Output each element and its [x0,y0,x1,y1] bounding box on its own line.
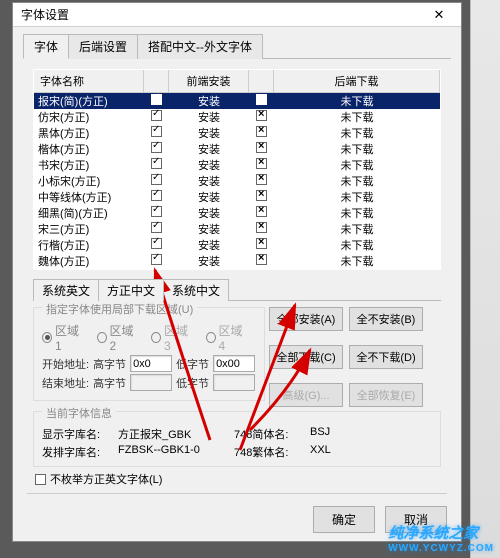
th-install[interactable]: 前端安装 [169,70,249,92]
side-panel [470,0,500,558]
ok-button[interactable]: 确定 [313,506,375,533]
table-row[interactable]: 楷体(方正)安装未下载 [34,141,440,157]
region-legend: 指定字体使用局部下载区域(U) [42,301,197,317]
window-title: 字体设置 [21,6,69,23]
restore-button: 全部恢复(E) [349,383,423,407]
xbox-icon[interactable] [256,142,267,153]
xbox-icon[interactable] [256,190,267,201]
checkbox-icon[interactable] [151,126,162,137]
start-high-input[interactable] [130,355,172,372]
checkbox-icon[interactable] [151,110,162,121]
checkbox-icon[interactable] [151,158,162,169]
tab-pair[interactable]: 搭配中文--外文字体 [137,34,263,59]
download-all-button[interactable]: 全部下载(C) [269,345,343,369]
xbox-icon[interactable] [256,174,267,185]
region-fieldset: 指定字体使用局部下载区域(U) 区域1 区域2 区域3 区域4 开始地址: 高字… [33,307,265,401]
table-row[interactable]: 宋三(方正)安装未下载 [34,221,440,237]
main-tabs: 字体 后端设置 搭配中文--外文字体 [13,27,461,58]
xbox-icon[interactable] [256,222,267,233]
download-none-button[interactable]: 全不下载(D) [349,345,423,369]
checkbox-icon[interactable] [151,254,162,265]
xbox-icon[interactable] [256,94,267,105]
checkbox-icon[interactable] [151,142,162,153]
checkbox-icon[interactable] [151,206,162,217]
install-none-button[interactable]: 全不安装(B) [349,307,423,331]
xbox-icon[interactable] [256,126,267,137]
table-row[interactable]: 小标宋(方正)安装未下载 [34,173,440,189]
checkbox-icon[interactable] [151,238,162,249]
install-all-button[interactable]: 全部安装(A) [269,307,343,331]
radio-region4: 区域4 [206,322,247,353]
checkbox-icon[interactable] [151,190,162,201]
end-low-input[interactable] [213,374,255,391]
th-name[interactable]: 字体名称 [34,70,144,92]
tab-font[interactable]: 字体 [23,34,69,59]
end-high-input[interactable] [130,374,172,391]
checkbox-icon[interactable] [151,222,162,233]
close-button[interactable]: ✕ [419,4,459,26]
font-table-body[interactable]: 报宋(简)(方正)安装未下载仿宋(方正)安装未下载黑体(方正)安装未下载楷体(方… [34,93,440,269]
xbox-icon[interactable] [256,254,267,265]
current-font-fieldset: 当前字体信息 显示字库名: 方正报宋_GBK 748简体名: BSJ 发排字库名… [33,411,441,467]
tab-sys-en[interactable]: 系统英文 [33,279,99,301]
table-row[interactable]: 魏体(方正)安装未下载 [34,253,440,269]
table-row[interactable]: 仿宋(方正)安装未下载 [34,109,440,125]
radio-region1[interactable]: 区域1 [42,322,83,353]
watermark: 纯净系统之家 WWW.YCWYZ.COM [388,522,494,554]
radio-region3: 区域3 [151,322,192,353]
xbox-icon[interactable] [256,158,267,169]
close-icon: ✕ [434,7,445,23]
xbox-icon[interactable] [256,110,267,121]
table-row[interactable]: 书宋(方正)安装未下载 [34,157,440,173]
sub-tabs: 系统英文 方正中文 系统中文 [33,278,441,300]
checkbox-icon[interactable] [151,94,162,105]
font-table: 字体名称 前端安装 后端下载 报宋(简)(方正)安装未下载仿宋(方正)安装未下载… [33,69,441,270]
th-download[interactable]: 后端下载 [274,70,440,92]
table-row[interactable]: 行楷(方正)安装未下载 [34,237,440,253]
start-low-input[interactable] [213,355,255,372]
table-row[interactable]: 黑体(方正)安装未下载 [34,125,440,141]
table-row[interactable]: 报宋(简)(方正)安装未下载 [34,93,440,109]
xbox-icon[interactable] [256,238,267,249]
radio-region2[interactable]: 区域2 [97,322,138,353]
tab-fz-cn[interactable]: 方正中文 [98,279,164,301]
tab-sys-cn[interactable]: 系统中文 [163,279,229,301]
checkbox-icon[interactable] [151,174,162,185]
table-row[interactable]: 中等线体(方正)安装未下载 [34,189,440,205]
tab-backend[interactable]: 后端设置 [68,34,138,59]
dialog-window: 字体设置 ✕ 字体 后端设置 搭配中文--外文字体 字体名称 前端安装 后端下载… [12,2,462,542]
checkbox-icon [35,474,46,485]
titlebar: 字体设置 ✕ [13,3,461,27]
advanced-button[interactable]: 高级(G)... [269,383,343,407]
no-enum-checkbox[interactable]: 不枚举方正英文字体(L) [35,471,439,487]
xbox-icon[interactable] [256,206,267,217]
table-row[interactable]: 细黑(简)(方正)安装未下载 [34,205,440,221]
